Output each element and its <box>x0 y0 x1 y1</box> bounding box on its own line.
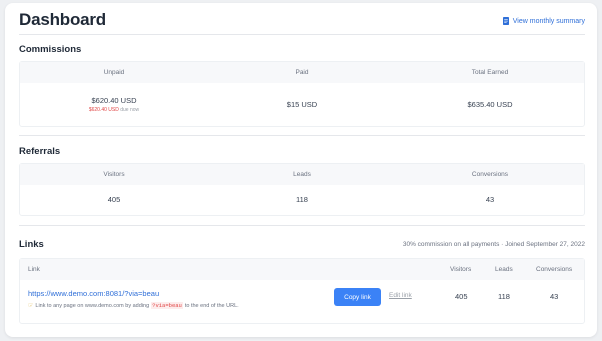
meta-separator: · <box>501 241 504 248</box>
view-monthly-summary-label: View monthly summary <box>512 17 585 25</box>
link-row: https://www.demo.com:8081/?via=beau ☞ Li… <box>20 280 584 322</box>
links-panel: Link Visitors Leads Conversions https://… <box>19 258 585 324</box>
unpaid-value: $620.40 USD <box>91 95 137 105</box>
column-visitors: Visitors <box>103 171 125 178</box>
referrals-row: 405 118 43 <box>20 185 584 214</box>
unpaid-cell: $620.40 USD $620.40 USD due now <box>20 96 208 113</box>
due-amount: $620.40 USD <box>88 106 119 113</box>
column-leads: Leads <box>495 266 513 273</box>
commission-rate: 30% commission on all payments <box>402 241 500 248</box>
joined-date: Joined September 27, 2022 <box>505 241 585 248</box>
column-total-earned: Total Earned <box>471 69 509 76</box>
paid-value: $15 USD <box>286 99 318 109</box>
referrals-title: Referrals <box>19 146 61 157</box>
hint-code: ?via=beau <box>151 302 183 309</box>
commissions-panel: Unpaid Paid Total Earned $620.40 USD $62… <box>19 61 585 127</box>
column-unpaid: Unpaid <box>103 69 125 76</box>
commissions-divider <box>19 135 585 136</box>
column-conversions: Conversions <box>536 266 573 273</box>
hint-suffix: to the end of the URL. <box>184 302 239 309</box>
visitors-value: 405 <box>107 195 121 204</box>
links-meta: 30% commission on all payments · Joined … <box>403 241 585 248</box>
link-conversions-value: 43 <box>550 292 559 301</box>
links-title: Links <box>19 239 44 250</box>
edit-link-button[interactable]: Edit link <box>389 292 412 299</box>
conversions-value: 43 <box>485 195 495 204</box>
link-hint: ☞ Link to any page on www.demo.com by ad… <box>28 302 239 309</box>
total-earned-value: $635.40 USD <box>467 99 513 109</box>
copy-link-button[interactable]: Copy link <box>334 288 381 306</box>
page-title: Dashboard <box>19 10 106 29</box>
column-visitors: Visitors <box>450 266 472 273</box>
due-now-note: $620.40 USD due now <box>20 107 208 113</box>
view-monthly-summary-link[interactable]: View monthly summary <box>502 17 585 25</box>
column-paid: Paid <box>295 69 309 76</box>
pointing-hand-icon: ☞ <box>28 303 34 309</box>
referrals-divider <box>19 225 585 226</box>
leads-value: 118 <box>296 195 308 204</box>
hint-prefix: Link to any page on www.demo.com by addi… <box>35 302 150 309</box>
commissions-title: Commissions <box>19 44 82 55</box>
column-leads: Leads <box>293 171 311 178</box>
link-leads-value: 118 <box>498 292 510 301</box>
due-label: due now <box>120 106 140 113</box>
links-header: Link Visitors Leads Conversions <box>20 259 584 280</box>
commissions-header: Unpaid Paid Total Earned <box>20 62 584 83</box>
column-link: Link <box>28 266 40 273</box>
page-header: Dashboard View monthly summary <box>19 10 585 34</box>
header-divider <box>19 34 585 35</box>
dashboard-card: Dashboard View monthly summary Commissio… <box>5 3 597 337</box>
link-visitors-value: 405 <box>455 292 468 301</box>
document-icon <box>502 17 509 25</box>
referral-url-link[interactable]: https://www.demo.com:8081/?via=beau <box>28 289 159 298</box>
column-conversions: Conversions <box>471 171 509 178</box>
referrals-panel: Visitors Leads Conversions 405 118 43 <box>19 163 585 216</box>
referrals-header: Visitors Leads Conversions <box>20 164 584 185</box>
commissions-row: $620.40 USD $620.40 USD due now $15 USD … <box>20 83 584 125</box>
